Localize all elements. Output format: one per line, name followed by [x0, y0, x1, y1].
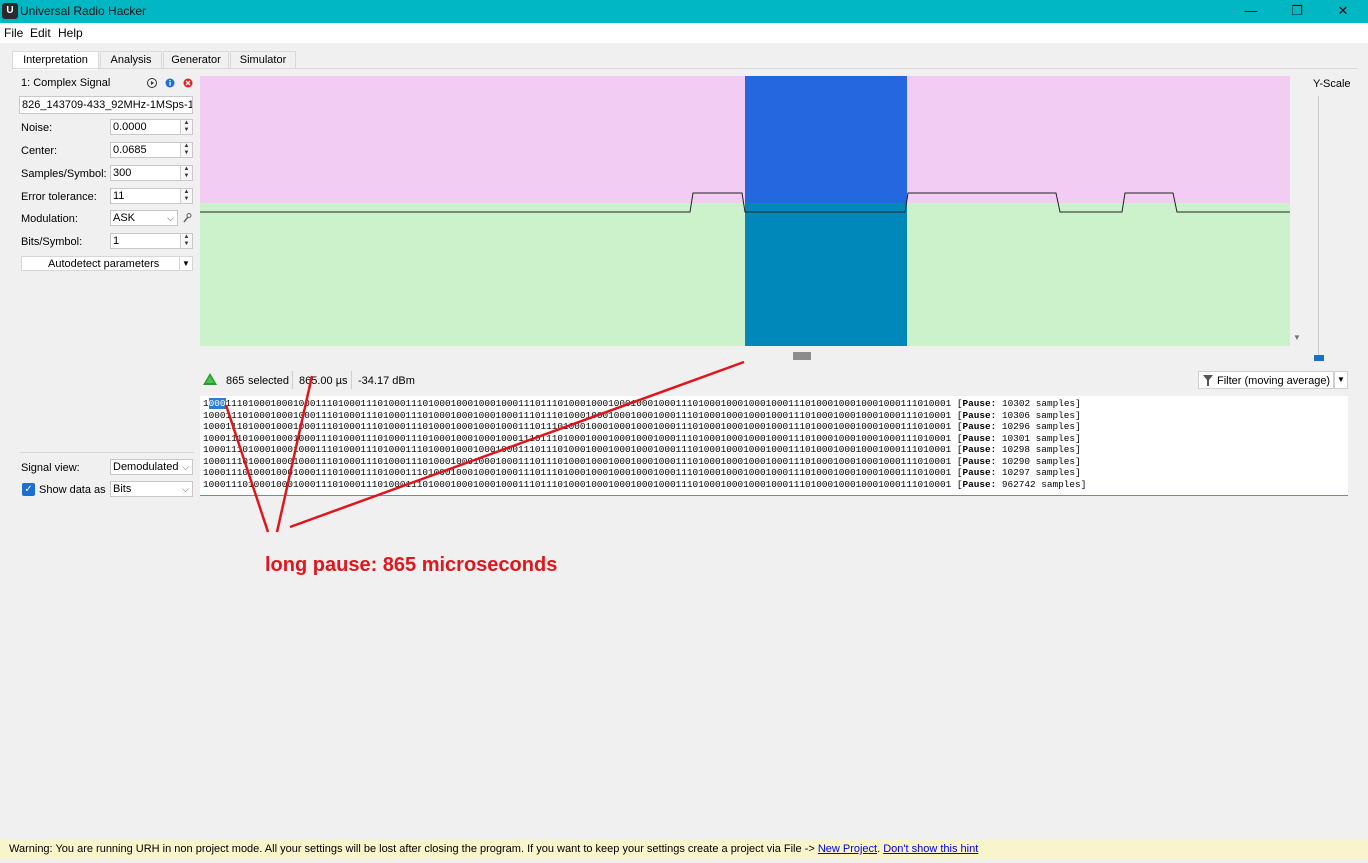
tab-simulator[interactable]: Simulator: [230, 51, 296, 69]
close-signal-icon[interactable]: [183, 78, 193, 88]
window-title: Universal Radio Hacker: [20, 4, 147, 18]
show-data-value: Bits: [113, 483, 132, 495]
center-stepper-icon[interactable]: ▲ ▼: [180, 143, 192, 157]
wrench-icon[interactable]: [182, 212, 192, 224]
show-data-checkbox[interactable]: ✓: [22, 483, 35, 496]
show-data-label: Show data as: [39, 484, 106, 496]
bits-view[interactable]: 1000111010001000100011101000111010001110…: [200, 396, 1348, 496]
signal-view-value: Demodulated: [113, 461, 179, 473]
error-tolerance-value: 11: [113, 190, 125, 202]
samples-per-symbol-label: Samples/Symbol:: [21, 168, 107, 180]
warning-text: Warning: You are running URH in non proj…: [9, 843, 818, 855]
tab-analysis[interactable]: Analysis: [100, 51, 162, 69]
close-button[interactable]: ✕: [1320, 0, 1366, 23]
modulation-value: ASK: [113, 212, 136, 224]
minimize-button[interactable]: —: [1228, 0, 1274, 23]
separator: [351, 371, 352, 389]
bits-per-symbol-value: 1: [113, 235, 120, 247]
bit-row[interactable]: 1000111010001000100011101000111010001110…: [203, 421, 1081, 432]
signal-view-label: Signal view:: [21, 462, 80, 474]
signal-filename-field[interactable]: 826_143709-433_92MHz-1MSps-1MHz: [19, 96, 193, 114]
panel-divider: [20, 452, 194, 453]
replay-icon[interactable]: [147, 78, 157, 88]
bits-per-symbol-spinbox[interactable]: 1 ▲ ▼: [110, 233, 193, 249]
dont-show-hint-link[interactable]: Don't show this hint: [883, 843, 978, 855]
modulation-label: Modulation:: [21, 213, 78, 225]
chevron-down-icon: ⌵: [182, 484, 189, 494]
bit-row[interactable]: 1000111010001000100011101000111010001110…: [203, 467, 1081, 478]
signal-view-select[interactable]: Demodulated ⌵: [110, 459, 193, 475]
tab-generator[interactable]: Generator: [163, 51, 229, 69]
maximize-button[interactable]: ❐: [1274, 0, 1320, 23]
error-tolerance-spinbox[interactable]: 11 ▲ ▼: [110, 188, 193, 204]
noise-value: 0.0000: [113, 121, 147, 133]
info-icon[interactable]: [165, 78, 175, 88]
bps-stepper-icon[interactable]: ▲ ▼: [180, 234, 192, 248]
chevron-down-icon: ⌵: [182, 462, 189, 472]
bit-row[interactable]: 1000111010001000100011101000111010001110…: [203, 410, 1081, 421]
y-scale-slider[interactable]: [1318, 96, 1319, 358]
center-spinbox[interactable]: 0.0685 ▲ ▼: [110, 142, 193, 158]
bit-row[interactable]: 1000111010001000100011101000111010001110…: [203, 456, 1081, 467]
samples-per-symbol-value: 300: [113, 167, 132, 179]
bit-row[interactable]: 1000111010001000100011101000111010001110…: [203, 398, 1081, 409]
separator: [292, 371, 293, 389]
bits-per-symbol-label: Bits/Symbol:: [21, 236, 83, 248]
selected-label: selected: [248, 375, 289, 387]
selection-bottom[interactable]: [745, 203, 907, 346]
y-scale-handle[interactable]: [1314, 355, 1324, 361]
noise-spinbox[interactable]: 0.0000 ▲ ▼: [110, 119, 193, 135]
modulation-select[interactable]: ASK ⌵: [110, 210, 178, 226]
annotation-text: long pause: 865 microseconds: [265, 554, 558, 576]
selected-bits[interactable]: 000: [208, 398, 226, 409]
autodetect-dropdown-icon[interactable]: ▼: [179, 257, 192, 270]
filter-icon: [1203, 375, 1213, 386]
autodetect-button[interactable]: Autodetect parameters ▼: [21, 256, 193, 271]
selection-duration: 865.00 µs: [299, 375, 348, 387]
title-bar: U Universal Radio Hacker — ❐ ✕: [0, 0, 1368, 23]
bit-row[interactable]: 1000111010001000100011101000111010001110…: [203, 433, 1081, 444]
scroll-down-icon[interactable]: ▼: [1293, 333, 1301, 342]
chevron-down-icon: ⌵: [167, 213, 174, 223]
signal-header-icons: [147, 78, 193, 88]
autodetect-label: Autodetect parameters: [48, 258, 160, 270]
selected-count: 865: [226, 375, 245, 387]
signal-plot[interactable]: [200, 76, 1290, 346]
error-tolerance-label: Error tolerance:: [21, 191, 97, 203]
tol-stepper-icon[interactable]: ▲ ▼: [180, 189, 192, 203]
filter-label: Filter (moving average): [1217, 375, 1331, 387]
menu-help[interactable]: Help: [58, 26, 83, 40]
filter-button[interactable]: Filter (moving average): [1198, 371, 1334, 389]
selection-top[interactable]: [745, 76, 907, 203]
new-project-link[interactable]: New Project: [818, 843, 877, 855]
selection-power: -34.17 dBm: [358, 375, 415, 387]
signal-header: 1: Complex Signal: [21, 77, 111, 89]
center-value: 0.0685: [113, 144, 147, 156]
sps-stepper-icon[interactable]: ▲ ▼: [180, 166, 192, 180]
menu-edit[interactable]: Edit: [30, 26, 51, 40]
tree-icon[interactable]: [202, 372, 218, 387]
menu-bar: File Edit Help: [0, 23, 1368, 43]
app-icon: U: [2, 3, 18, 19]
bit-row[interactable]: 1000111010001000100011101000111010001110…: [203, 479, 1086, 490]
show-data-select[interactable]: Bits ⌵: [110, 481, 193, 497]
filter-dropdown-icon[interactable]: ▼: [1334, 371, 1348, 389]
noise-stepper-icon[interactable]: ▲ ▼: [180, 120, 192, 134]
menu-file[interactable]: File: [4, 26, 23, 40]
samples-per-symbol-spinbox[interactable]: 300 ▲ ▼: [110, 165, 193, 181]
bit-row[interactable]: 1000111010001000100011101000111010001110…: [203, 444, 1081, 455]
center-label: Center:: [21, 145, 58, 157]
tab-divider: [12, 68, 1358, 69]
warning-bar: Warning: You are running URH in non proj…: [0, 840, 1368, 859]
y-scale-label: Y-Scale: [1313, 78, 1351, 90]
noise-label: Noise:: [21, 122, 53, 134]
splitter-handle[interactable]: [793, 352, 811, 360]
